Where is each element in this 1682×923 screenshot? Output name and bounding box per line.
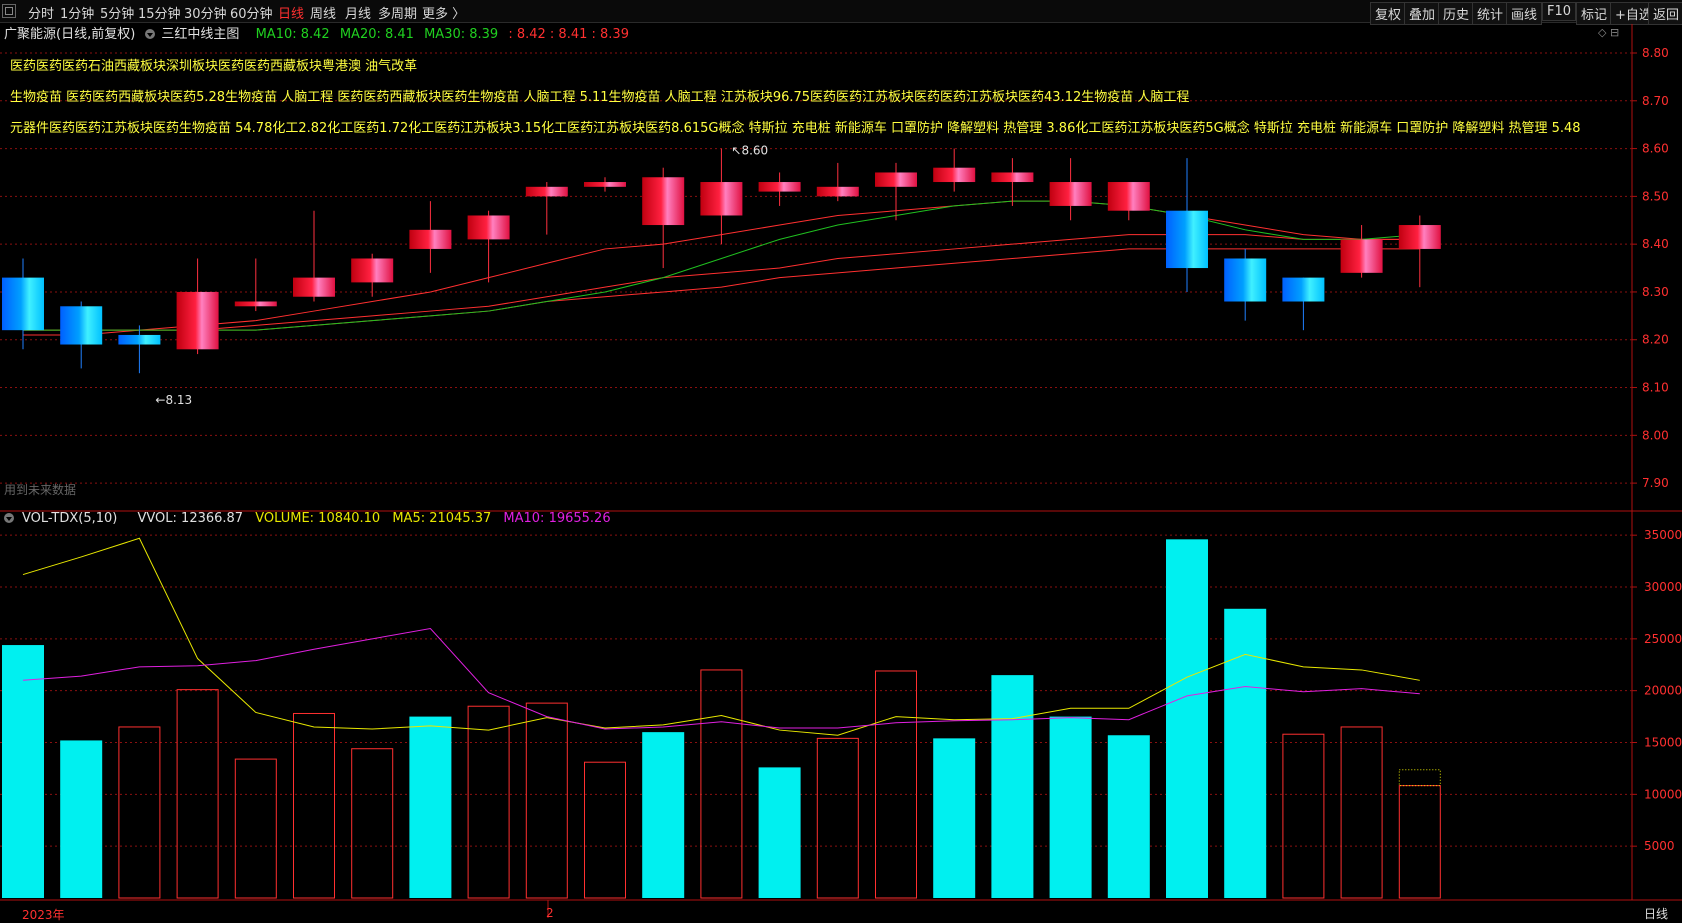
stock-title: 广聚能源(日线,前复权)	[4, 27, 136, 42]
candle-body	[176, 291, 219, 350]
volume-bar	[176, 689, 219, 899]
candle-body	[234, 301, 277, 307]
volume-bar	[991, 675, 1034, 898]
volume-ma10-line	[22, 627, 1420, 730]
month-label: 2	[546, 906, 554, 920]
vvol-value: VVOL: 12366.87	[137, 511, 244, 526]
high-price-label: ↖8.60	[731, 144, 768, 158]
candle-body	[758, 182, 801, 192]
candle-body	[642, 177, 685, 226]
volume-bar	[1398, 785, 1441, 899]
volume-bar	[933, 738, 976, 898]
volume-bar	[60, 740, 103, 898]
candle-body	[60, 306, 103, 345]
candle-body	[409, 229, 452, 249]
volume-bar	[700, 669, 743, 899]
candle-body	[991, 172, 1034, 183]
price-tick-label: 8.60	[1642, 142, 1669, 156]
volume-bar	[1107, 735, 1150, 898]
virtual-volume-bar	[1398, 769, 1441, 787]
candle-body	[1049, 182, 1092, 206]
volume-bar	[293, 712, 335, 899]
vol-indicator-label: VOL-TDX(5,10)	[22, 511, 118, 526]
candle-body	[1398, 225, 1441, 249]
period-label[interactable]: 日线	[1644, 905, 1668, 922]
candle-body	[1224, 258, 1267, 302]
price-tick-label: 8.50	[1642, 189, 1669, 203]
candle-body	[875, 172, 917, 187]
price-info-bar: 广聚能源(日线,前复权) 三红中线主图 MA10: 8.42 MA20: 8.4…	[4, 23, 635, 42]
volume-tick-label: 30000	[1644, 580, 1682, 594]
extra-values: : 8.42 : 8.41 : 8.39	[508, 27, 629, 42]
candle-body	[2, 277, 44, 331]
volume-bar	[1282, 733, 1325, 899]
volume-bar	[118, 726, 161, 899]
volume-tick-label: 20000	[1644, 684, 1682, 698]
price-tick-label: 8.20	[1642, 333, 1669, 347]
volume-bar	[2, 645, 44, 898]
volume-bar	[467, 705, 510, 899]
volume-bar	[351, 748, 394, 899]
vol-indicator[interactable]: VOL-TDX(5,10)	[4, 511, 125, 526]
concept-line-2: 生物疫苗 医药医药西藏板块医药5.28生物疫苗 人脑工程 医药医药西藏板块医药生…	[10, 90, 1190, 105]
dropdown-icon[interactable]	[145, 29, 156, 39]
candle-body	[1166, 210, 1208, 269]
price-tick-label: 7.90	[1642, 476, 1669, 490]
candle-body	[525, 186, 568, 197]
ma20-value: MA20: 8.41	[339, 27, 414, 42]
candle-body	[467, 215, 510, 240]
indicator-label: 三红中线主图	[161, 27, 240, 42]
volume-bar	[1166, 539, 1208, 898]
price-tick-label: 8.80	[1642, 46, 1669, 60]
volume-bar	[409, 716, 452, 898]
candle-body	[293, 277, 335, 297]
candle-body	[584, 182, 626, 187]
concept-line-3: 元器件医药医药江苏板块医药生物疫苗 54.78化工2.82化工医药1.72化工医…	[10, 121, 1581, 136]
volume-bar	[525, 702, 568, 899]
volume-bar	[875, 670, 917, 899]
ma-line-ma30	[23, 248, 1420, 331]
volume-tick-label: 15000	[1644, 736, 1682, 750]
volume-tick-label: 25000	[1644, 632, 1682, 646]
candle-body	[816, 186, 859, 197]
candle-body	[1107, 182, 1150, 211]
candle-body	[351, 258, 394, 283]
candle-body	[118, 334, 161, 345]
ma10-value: MA10: 8.42	[255, 27, 330, 42]
volume-ma5-line	[22, 537, 1420, 736]
price-tick-label: 8.30	[1642, 285, 1669, 299]
indicator-name[interactable]: 三红中线主图	[145, 27, 245, 42]
volume-bar	[816, 737, 859, 899]
volume-bar	[1340, 726, 1383, 899]
volume-value: VOLUME: 10840.10	[255, 511, 381, 526]
future-data-note: 用到未来数据	[4, 483, 77, 497]
candle-body	[700, 182, 743, 216]
low-price-label: ←8.13	[155, 393, 192, 407]
volume-info-bar: VOL-TDX(5,10) VVOL: 12366.87 VOLUME: 108…	[4, 511, 619, 526]
price-tick-label: 8.00	[1642, 428, 1669, 442]
volume-tick-label: 35000	[1644, 528, 1682, 542]
volume-bar	[1224, 608, 1267, 898]
volume-bar	[642, 732, 685, 898]
price-tick-label: 8.70	[1642, 94, 1669, 108]
ma5-value: MA5: 21045.37	[392, 511, 492, 526]
volume-bar	[584, 761, 626, 899]
candle-body	[1340, 239, 1383, 273]
volume-bar	[234, 758, 277, 899]
vol-ma10-value: MA10: 19655.26	[503, 511, 611, 526]
price-tick-label: 8.40	[1642, 237, 1669, 251]
dropdown-icon[interactable]	[4, 513, 14, 523]
concept-line-1: 医药医药医药石油西藏板块深圳板块医药医药西藏板块粤港澳 油气改革	[10, 59, 418, 74]
price-tick-label: 8.10	[1642, 381, 1669, 395]
candle-body	[1282, 277, 1325, 302]
kline-chart[interactable]: 8.80 8.70 8.60 8.50 8.40 8.30 8.20 8.10 8.00 7.90…	[0, 0, 1682, 921]
volume-bar	[758, 767, 801, 898]
volume-bar	[1049, 716, 1092, 898]
panel-controls[interactable]: ◇ ⊟	[1598, 26, 1619, 39]
year-label: 2023年	[22, 908, 65, 922]
candle-body	[933, 167, 976, 183]
volume-tick-label: 10000	[1644, 787, 1682, 801]
ma30-value: MA30: 8.39	[424, 27, 499, 42]
volume-tick-label: 5000	[1644, 839, 1675, 853]
